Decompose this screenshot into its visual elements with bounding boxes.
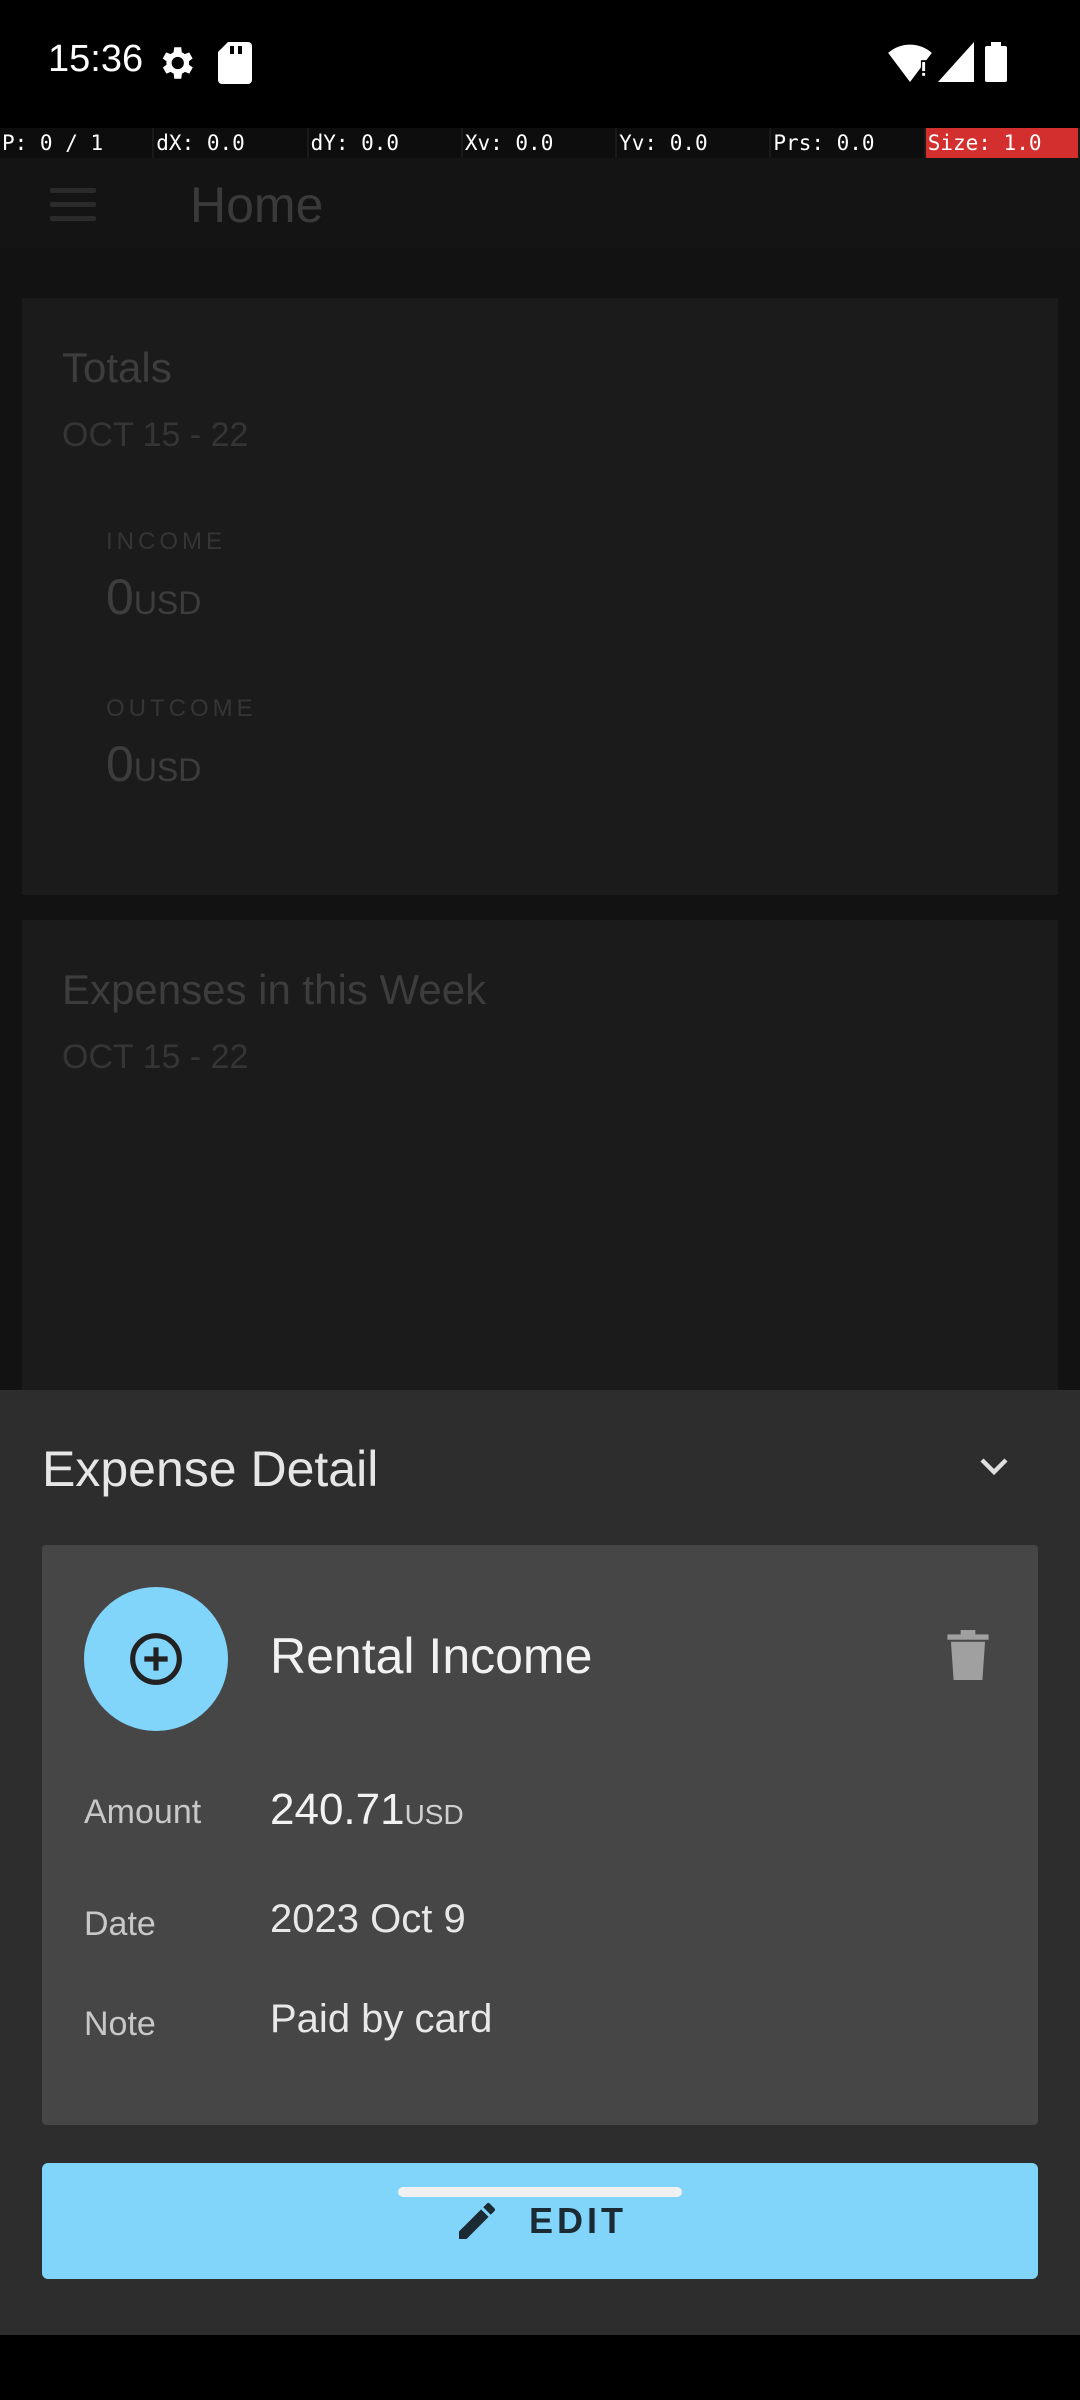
- date-value: 2023 Oct 9: [270, 1897, 466, 1941]
- settings-icon: [155, 42, 197, 89]
- amount-value: 240.71USD: [270, 1785, 464, 1834]
- pointer-cell: Xv: 0.0: [462, 128, 618, 158]
- note-label: Note: [84, 2005, 156, 2043]
- edit-button[interactable]: EDIT: [42, 2163, 1038, 2279]
- amount-label: Amount: [84, 1793, 202, 1831]
- pointer-cell: Size: 1.0: [925, 128, 1080, 158]
- pencil-icon: [458, 2202, 495, 2239]
- pointer-location-bar: P: 0 / 1 dX: 0.0 dY: 0.0 Xv: 0.0 Yv: 0.0…: [0, 128, 1080, 158]
- navigation-bar-area: [0, 2335, 1080, 2400]
- category-icon: [84, 1587, 228, 1731]
- chevron-down-icon[interactable]: [970, 1442, 1018, 1490]
- home-gesture-handle[interactable]: [398, 2187, 682, 2197]
- totals-card: Totals OCT 15 - 22 INCOME 0USD OUTCOME 0…: [22, 298, 1058, 895]
- signal-icon: [938, 42, 974, 87]
- expenses-title: Expenses in this Week: [62, 966, 487, 1013]
- income-label: INCOME: [106, 528, 226, 555]
- add-circle-icon: [130, 1633, 182, 1685]
- menu-icon[interactable]: [50, 188, 96, 230]
- outcome-value: 0USD: [106, 736, 202, 792]
- pointer-cell: P: 0 / 1: [0, 128, 155, 158]
- pointer-cell: Yv: 0.0: [617, 128, 772, 158]
- totals-title: Totals: [62, 344, 172, 391]
- status-time: 15:36: [48, 38, 144, 80]
- sheet-title: Expense Detail: [42, 1441, 379, 1497]
- app-title: Home: [190, 177, 324, 233]
- totals-date-range: OCT 15 - 22: [62, 416, 249, 454]
- expenses-card: Expenses in this Week OCT 15 - 22: [22, 920, 1058, 1400]
- date-label: Date: [84, 1905, 156, 1943]
- edit-button-label: EDIT: [528, 2200, 627, 2241]
- note-value: Paid by card: [270, 1997, 493, 2041]
- app-bar: Home: [0, 158, 1080, 248]
- pointer-cell: Prs: 0.0: [771, 128, 926, 158]
- screen: 15:36 P: 0 / 1 dX: 0.0 dY: 0.0 Xv: 0.0 Y…: [0, 0, 1080, 2400]
- status-bar: 15:36: [0, 0, 1080, 128]
- sd-card-icon: [218, 42, 252, 89]
- expense-detail-sheet: Expense Detail Rental Income Amount 240.…: [0, 1390, 1080, 2400]
- battery-icon: [985, 42, 1007, 87]
- expense-detail-card: Rental Income Amount 240.71USD Date 2023…: [42, 1545, 1038, 2125]
- income-value: 0USD: [106, 569, 202, 625]
- wifi-icon: [888, 42, 932, 87]
- expenses-date-range: OCT 15 - 22: [62, 1038, 249, 1076]
- pointer-cell: dX: 0.0: [154, 128, 309, 158]
- trash-icon[interactable]: [947, 1630, 989, 1685]
- outcome-label: OUTCOME: [106, 695, 257, 722]
- category-name: Rental Income: [270, 1628, 593, 1684]
- pointer-cell: dY: 0.0: [308, 128, 463, 158]
